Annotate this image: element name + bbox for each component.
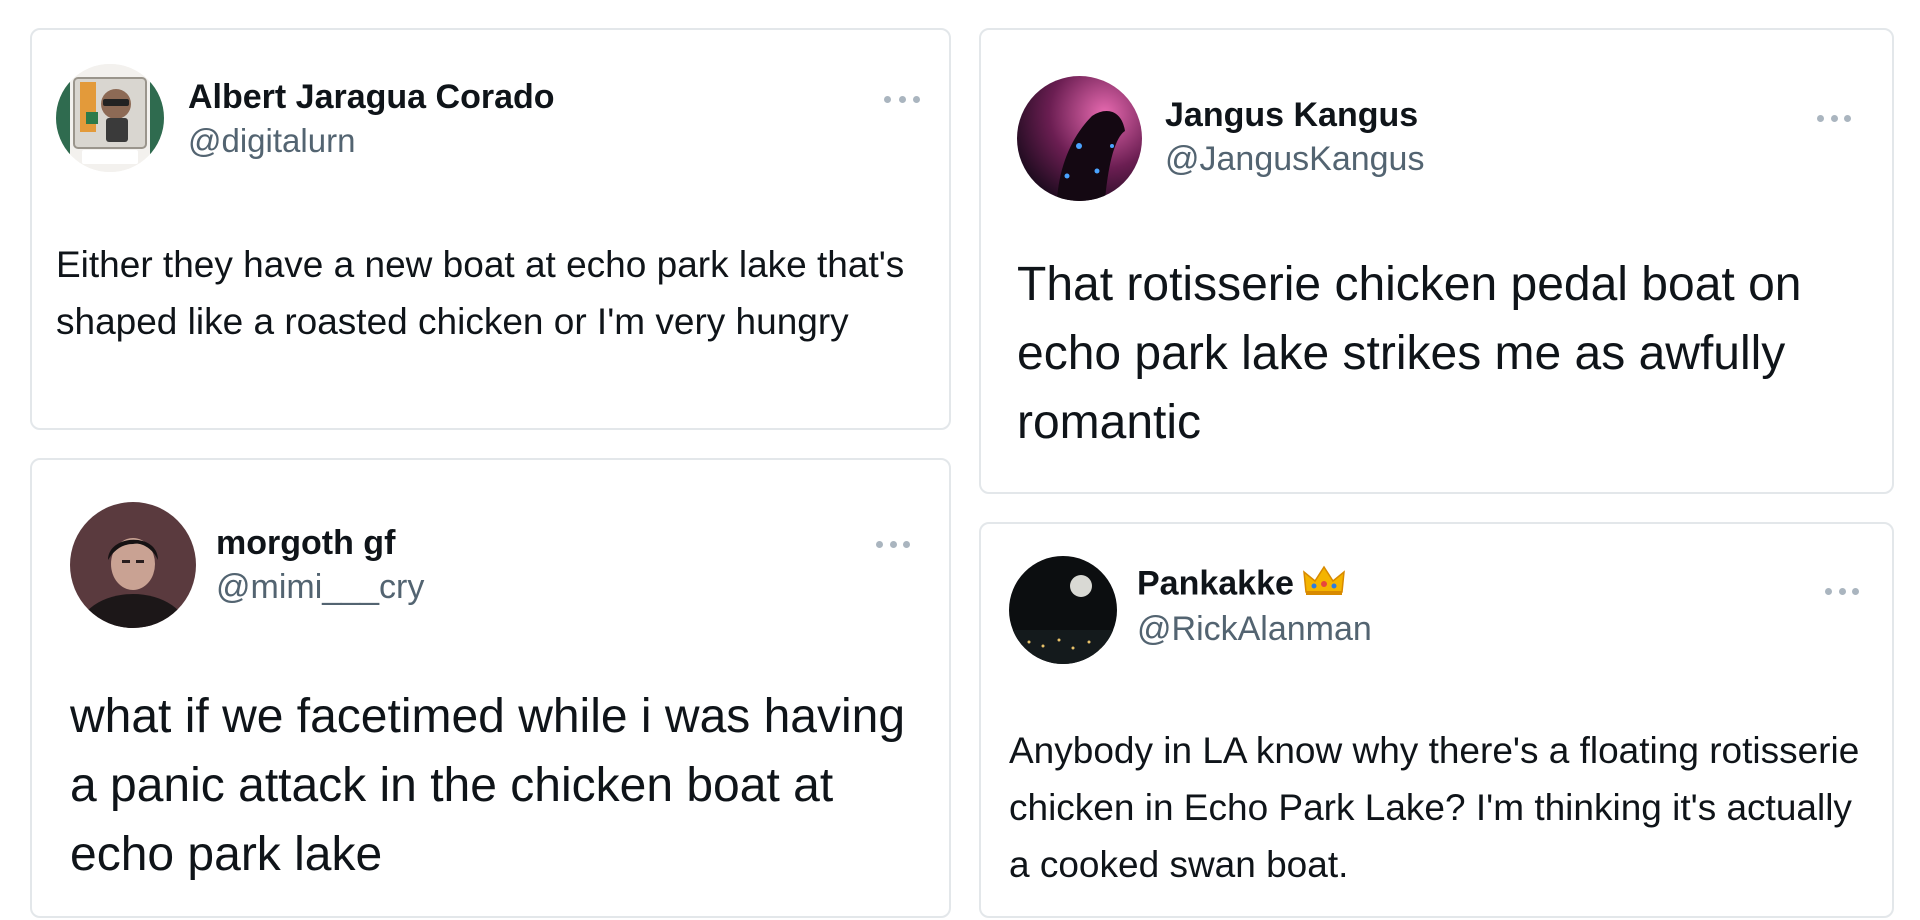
- author-handle[interactable]: @mimi___cry: [216, 568, 424, 607]
- tweet-card-pankakke[interactable]: Pankakke @RickAlanman Anybody in LA know…: [979, 522, 1894, 918]
- crown-icon: [1302, 564, 1346, 607]
- tweet-text: Either they have a new boat at echo park…: [56, 244, 905, 342]
- tweet-text: Anybody in LA know why there's a floatin…: [1009, 730, 1860, 885]
- tweet-text: That rotisserie chicken pedal boat on ec…: [1017, 258, 1802, 449]
- tweet-card-morgoth[interactable]: morgoth gf @mimi___cry what if we faceti…: [30, 458, 951, 918]
- author-name-text: Pankakke: [1137, 564, 1294, 603]
- more-options-button[interactable]: [884, 92, 920, 106]
- more-options-button[interactable]: [1825, 584, 1859, 598]
- tweet-card-albert[interactable]: Albert Jaragua Corado @digitalurn Either…: [30, 28, 951, 430]
- tweet-text: what if we facetimed while i was having …: [70, 690, 906, 881]
- author-name[interactable]: Jangus Kangus: [1165, 96, 1418, 135]
- more-options-button[interactable]: [1817, 111, 1851, 125]
- avatar-jangus[interactable]: [1017, 76, 1142, 201]
- avatar-morgoth[interactable]: [70, 502, 196, 628]
- more-options-button[interactable]: [876, 537, 910, 551]
- author-name[interactable]: Albert Jaragua Corado: [188, 78, 555, 117]
- author-name[interactable]: Pankakke: [1137, 564, 1346, 607]
- author-handle[interactable]: @digitalurn: [188, 122, 355, 160]
- tweet-card-jangus[interactable]: Jangus Kangus @JangusKangus That rotisse…: [979, 28, 1894, 494]
- author-handle[interactable]: @RickAlanman: [1137, 610, 1372, 649]
- author-name[interactable]: morgoth gf: [216, 524, 395, 563]
- avatar-pankakke[interactable]: [1009, 556, 1117, 664]
- author-handle[interactable]: @JangusKangus: [1165, 140, 1424, 179]
- avatar-albert[interactable]: [56, 64, 164, 172]
